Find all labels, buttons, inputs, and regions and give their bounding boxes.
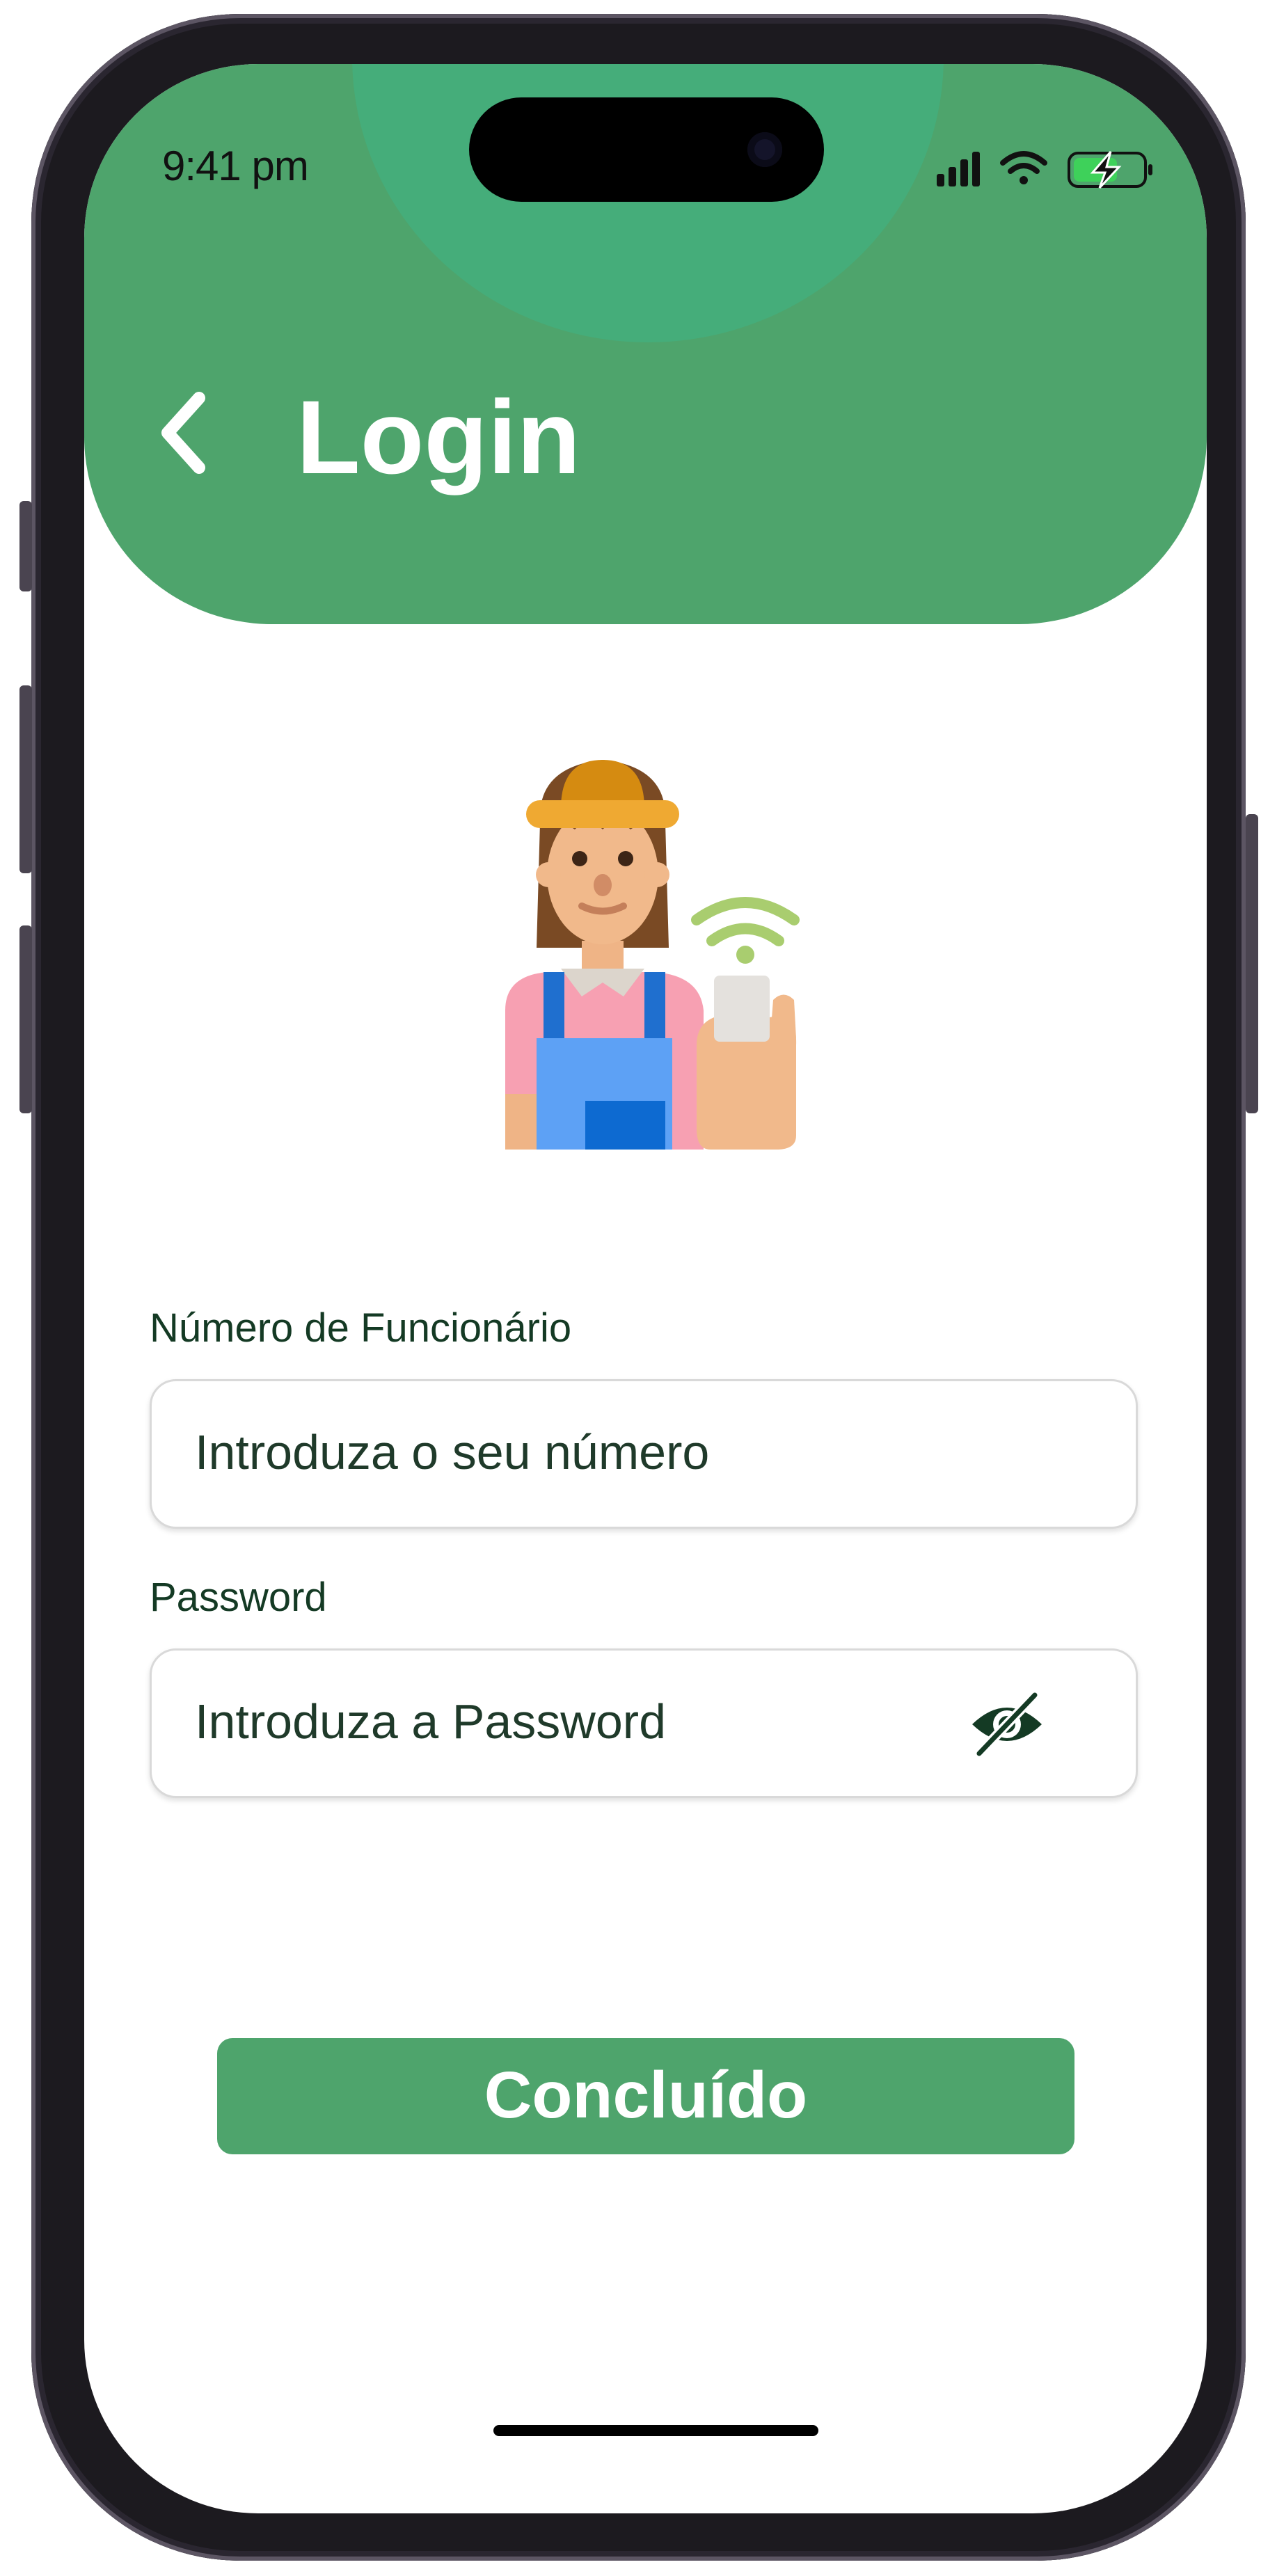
phone-side-button: [19, 925, 32, 1113]
home-indicator[interactable]: [493, 2425, 818, 2436]
employee-number-field[interactable]: Introduza o seu número: [150, 1379, 1138, 1529]
screen: 9:41 pm Login Número de Funcionário Intr…: [84, 64, 1207, 2513]
phone-side-button: [1246, 814, 1258, 1113]
back-chevron-icon[interactable]: [154, 384, 223, 482]
status-time: 9:41 pm: [162, 143, 309, 189]
status-icons: [937, 151, 1152, 189]
page-title: Login: [296, 379, 581, 495]
battery-charging-icon: [1068, 151, 1152, 189]
dynamic-island: [469, 97, 824, 202]
done-button-label: Concluído: [484, 2058, 808, 2132]
password-label: Password: [150, 1575, 327, 1620]
camera-icon: [747, 132, 782, 167]
phone-side-button: [19, 685, 32, 873]
eye-off-icon[interactable]: [969, 1691, 1045, 1757]
signal-icon: [937, 152, 980, 186]
employee-number-label: Número de Funcionário: [150, 1305, 572, 1351]
wifi-icon: [1000, 151, 1047, 184]
employee-number-placeholder: Introduza o seu número: [195, 1425, 710, 1479]
password-placeholder: Introduza a Password: [195, 1694, 667, 1749]
password-field[interactable]: Introduza a Password: [150, 1648, 1138, 1798]
farmer-avatar-icon: [505, 760, 800, 1150]
phone-side-button: [19, 501, 32, 591]
done-button[interactable]: Concluído: [217, 2038, 1074, 2154]
